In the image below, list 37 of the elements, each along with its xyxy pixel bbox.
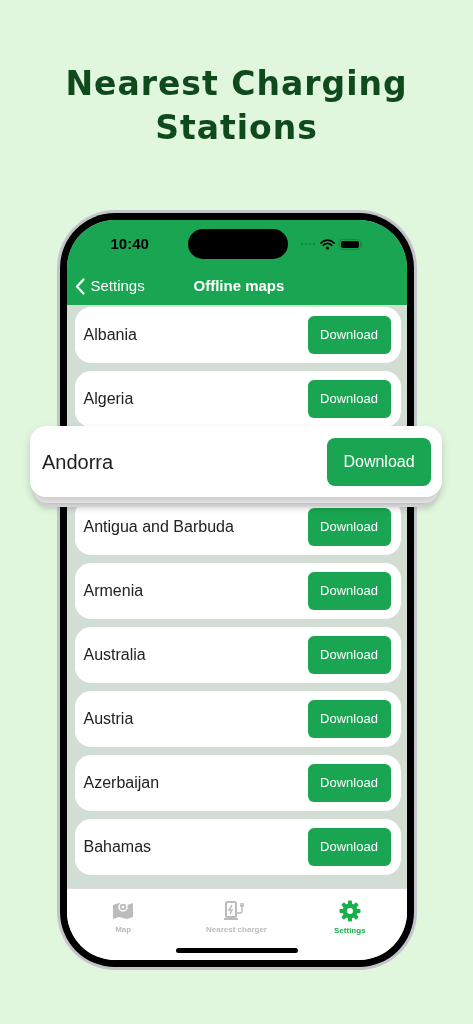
country-row[interactable]: Algeria Download (74, 371, 401, 427)
tab-item[interactable]: Nearest charger (179, 889, 294, 941)
country-name: Albania (83, 325, 137, 345)
download-button[interactable]: Download (307, 380, 391, 418)
download-button[interactable]: Download (307, 316, 391, 354)
back-button[interactable]: Settings (66, 275, 145, 298)
status-time: 10:40 (110, 233, 149, 254)
country-row[interactable]: Australia Download (74, 627, 401, 683)
country-row[interactable]: Bahamas Download (74, 819, 401, 875)
country-name: Bahamas (83, 837, 152, 857)
download-button[interactable]: Download (307, 828, 391, 866)
country-row[interactable]: Austria Download (74, 691, 401, 747)
download-button[interactable]: Download (307, 636, 391, 674)
country-name: Armenia (83, 581, 144, 601)
headline: Nearest Charging Stations (64, 63, 409, 149)
country-name: Antigua and Barbuda (83, 517, 234, 537)
map-icon (112, 900, 135, 921)
tab-item[interactable]: Settings (293, 889, 407, 941)
download-button[interactable]: Download (307, 700, 391, 738)
download-button[interactable]: Download (327, 437, 431, 486)
country-row[interactable]: Azerbaijan Download (74, 755, 401, 811)
country-name: Azerbaijan (83, 773, 160, 793)
download-button[interactable]: Download (307, 764, 391, 802)
country-row[interactable]: Albania Download (74, 307, 401, 363)
country-name: Andorra (42, 449, 114, 475)
wifi-icon (319, 238, 335, 250)
settings-icon (338, 899, 361, 922)
download-button[interactable]: Download (307, 572, 391, 610)
country-name: Algeria (83, 389, 134, 409)
country-name: Australia (83, 645, 146, 665)
download-button[interactable]: Download (307, 508, 391, 546)
country-name: Austria (83, 709, 134, 729)
screen-title: Offline maps (193, 276, 285, 297)
battery-icon (338, 238, 363, 250)
tab-item[interactable]: Map (66, 889, 180, 941)
country-row[interactable]: Armenia Download (74, 563, 401, 619)
chevron-left-icon (74, 278, 85, 295)
